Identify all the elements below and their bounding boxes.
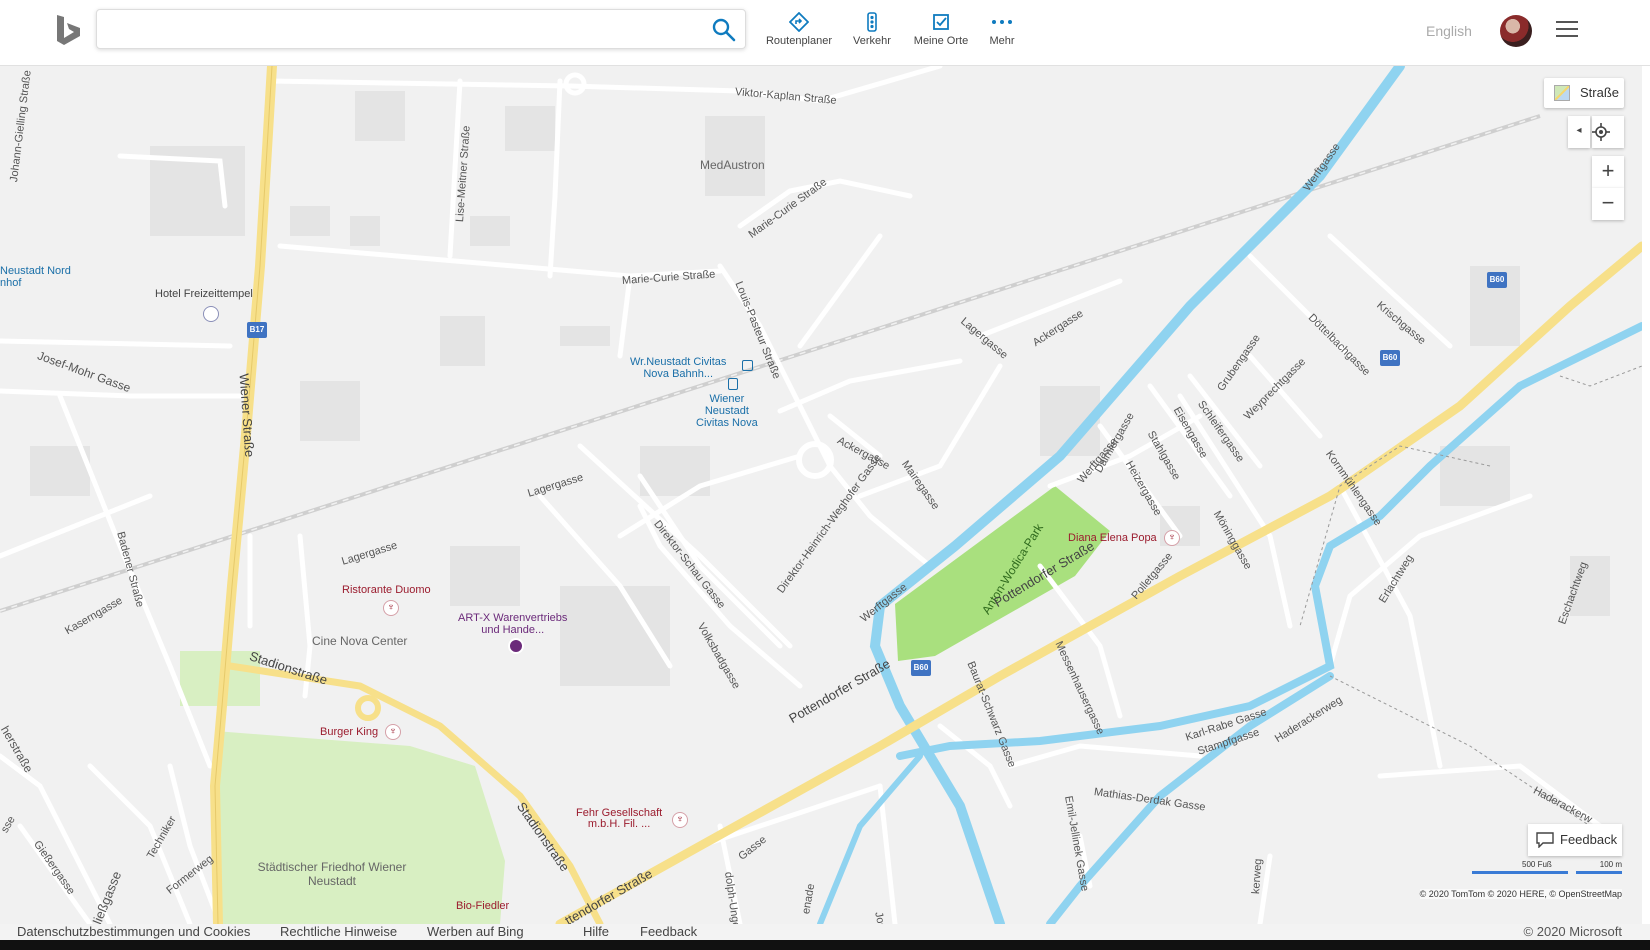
nav-traffic[interactable]: Verkehr: [848, 12, 896, 52]
restaurant-icon[interactable]: ♆: [385, 724, 401, 740]
map-feedback-button[interactable]: Feedback: [1528, 824, 1622, 856]
road-shield-b60: B60: [1380, 350, 1400, 366]
zoom-out-button[interactable]: −: [1592, 188, 1624, 220]
poi-label-civitas-bahnhof[interactable]: Wr.Neustadt Civitas Nova Bahnh...: [630, 356, 726, 380]
nav-routes-label: Routenplaner: [765, 35, 833, 47]
area-label-cine-nova: Cine Nova Center: [312, 634, 408, 648]
road-shield-b60: B60: [911, 660, 931, 676]
my-places-icon: [933, 14, 949, 30]
directions-icon: [789, 12, 809, 32]
footer-feedback-link[interactable]: Feedback: [640, 924, 697, 939]
footer-legal-link[interactable]: Rechtliche Hinweise: [280, 924, 397, 939]
map-feedback-label: Feedback: [1560, 832, 1618, 847]
more-icon: [992, 20, 1012, 24]
feedback-icon: [1536, 832, 1554, 848]
nav-more[interactable]: Mehr: [986, 12, 1018, 52]
poi-label-bio-fiedler[interactable]: Bio-Fiedler: [456, 900, 509, 912]
poi-label-civitas-nova[interactable]: Wiener Neustadt Civitas Nova: [696, 393, 758, 429]
road-shield-b60: B60: [1487, 272, 1507, 288]
poi-label-fehr[interactable]: Fehr Gesellschaft m.b.H. Fil. ...: [576, 808, 662, 830]
map-attribution: © 2020 TomTom © 2020 HERE, © OpenStreetM…: [1419, 889, 1622, 899]
poi-label-duomo[interactable]: Ristorante Duomo: [342, 584, 431, 596]
nav-places[interactable]: Meine Orte: [910, 12, 972, 52]
search-box[interactable]: [96, 9, 746, 49]
restaurant-icon[interactable]: ♆: [672, 812, 688, 828]
hamburger-menu-icon[interactable]: [1556, 21, 1578, 39]
poi-label-diana[interactable]: Diana Elena Popa: [1068, 532, 1157, 544]
restaurant-icon[interactable]: ♆: [383, 600, 399, 616]
scale-imperial: 500 Fuß: [1522, 860, 1552, 869]
top-bar: Routenplaner Verkehr Meine Orte Mehr Eng…: [0, 0, 1650, 66]
nav-routes[interactable]: Routenplaner: [762, 12, 836, 52]
bottom-edge: [0, 940, 1650, 950]
footer: Datenschutzbestimmungen und Cookies Rech…: [0, 924, 1650, 940]
shopping-icon[interactable]: [508, 638, 524, 654]
language-link[interactable]: English: [1426, 23, 1472, 39]
avatar[interactable]: [1500, 15, 1532, 47]
map-canvas[interactable]: MedAustron Cine Nova Center Städtischer …: [0, 66, 1642, 924]
poi-label-burger-king[interactable]: Burger King: [320, 726, 378, 738]
copyright: © 2020 Microsoft: [1523, 924, 1622, 939]
footer-ads-link[interactable]: Werben auf Bing: [427, 924, 524, 939]
nav-traffic-label: Verkehr: [853, 35, 891, 47]
road-shield-b17: B17: [247, 322, 267, 338]
expand-controls-chevron-icon[interactable]: ◂: [1568, 116, 1590, 148]
footer-privacy-link[interactable]: Datenschutzbestimmungen und Cookies: [17, 924, 250, 939]
nav-more-label: Mehr: [989, 35, 1015, 47]
map-style-label: Straße: [1580, 85, 1620, 100]
map-style-icon: [1554, 85, 1570, 101]
locate-me-button[interactable]: [1592, 116, 1624, 148]
search-icon[interactable]: [709, 15, 739, 45]
area-label-medaustron: MedAustron: [700, 158, 765, 172]
bing-logo[interactable]: [52, 12, 88, 48]
traffic-light-icon: [867, 12, 877, 32]
nav-places-label: Meine Orte: [913, 35, 969, 47]
locate-icon: [1592, 123, 1610, 141]
poi-label-station-nord[interactable]: Neustadt Nord nhof: [0, 265, 71, 289]
scale-metric: 100 m: [1599, 860, 1622, 869]
zoom-in-button[interactable]: +: [1592, 156, 1624, 188]
train-station-icon[interactable]: [742, 360, 753, 371]
bus-stop-icon[interactable]: [728, 378, 738, 390]
poi-label-hotel[interactable]: Hotel Freizeittempel: [155, 288, 253, 300]
hotel-icon[interactable]: [203, 306, 219, 322]
poi-label-artx[interactable]: ART-X Warenvertriebs und Hande...: [458, 612, 567, 636]
area-label-cemetery: Städtischer Friedhof Wiener Neustadt: [257, 860, 407, 888]
search-input[interactable]: [109, 10, 689, 48]
restaurant-icon[interactable]: ♆: [1164, 530, 1180, 546]
map-style-button[interactable]: Straße: [1544, 78, 1624, 108]
map-base: [0, 66, 1642, 924]
street-label: kerweg: [1250, 858, 1265, 895]
footer-help-link[interactable]: Hilfe: [583, 924, 609, 939]
map-scale: 500 Fuß 100 m: [1442, 860, 1622, 884]
